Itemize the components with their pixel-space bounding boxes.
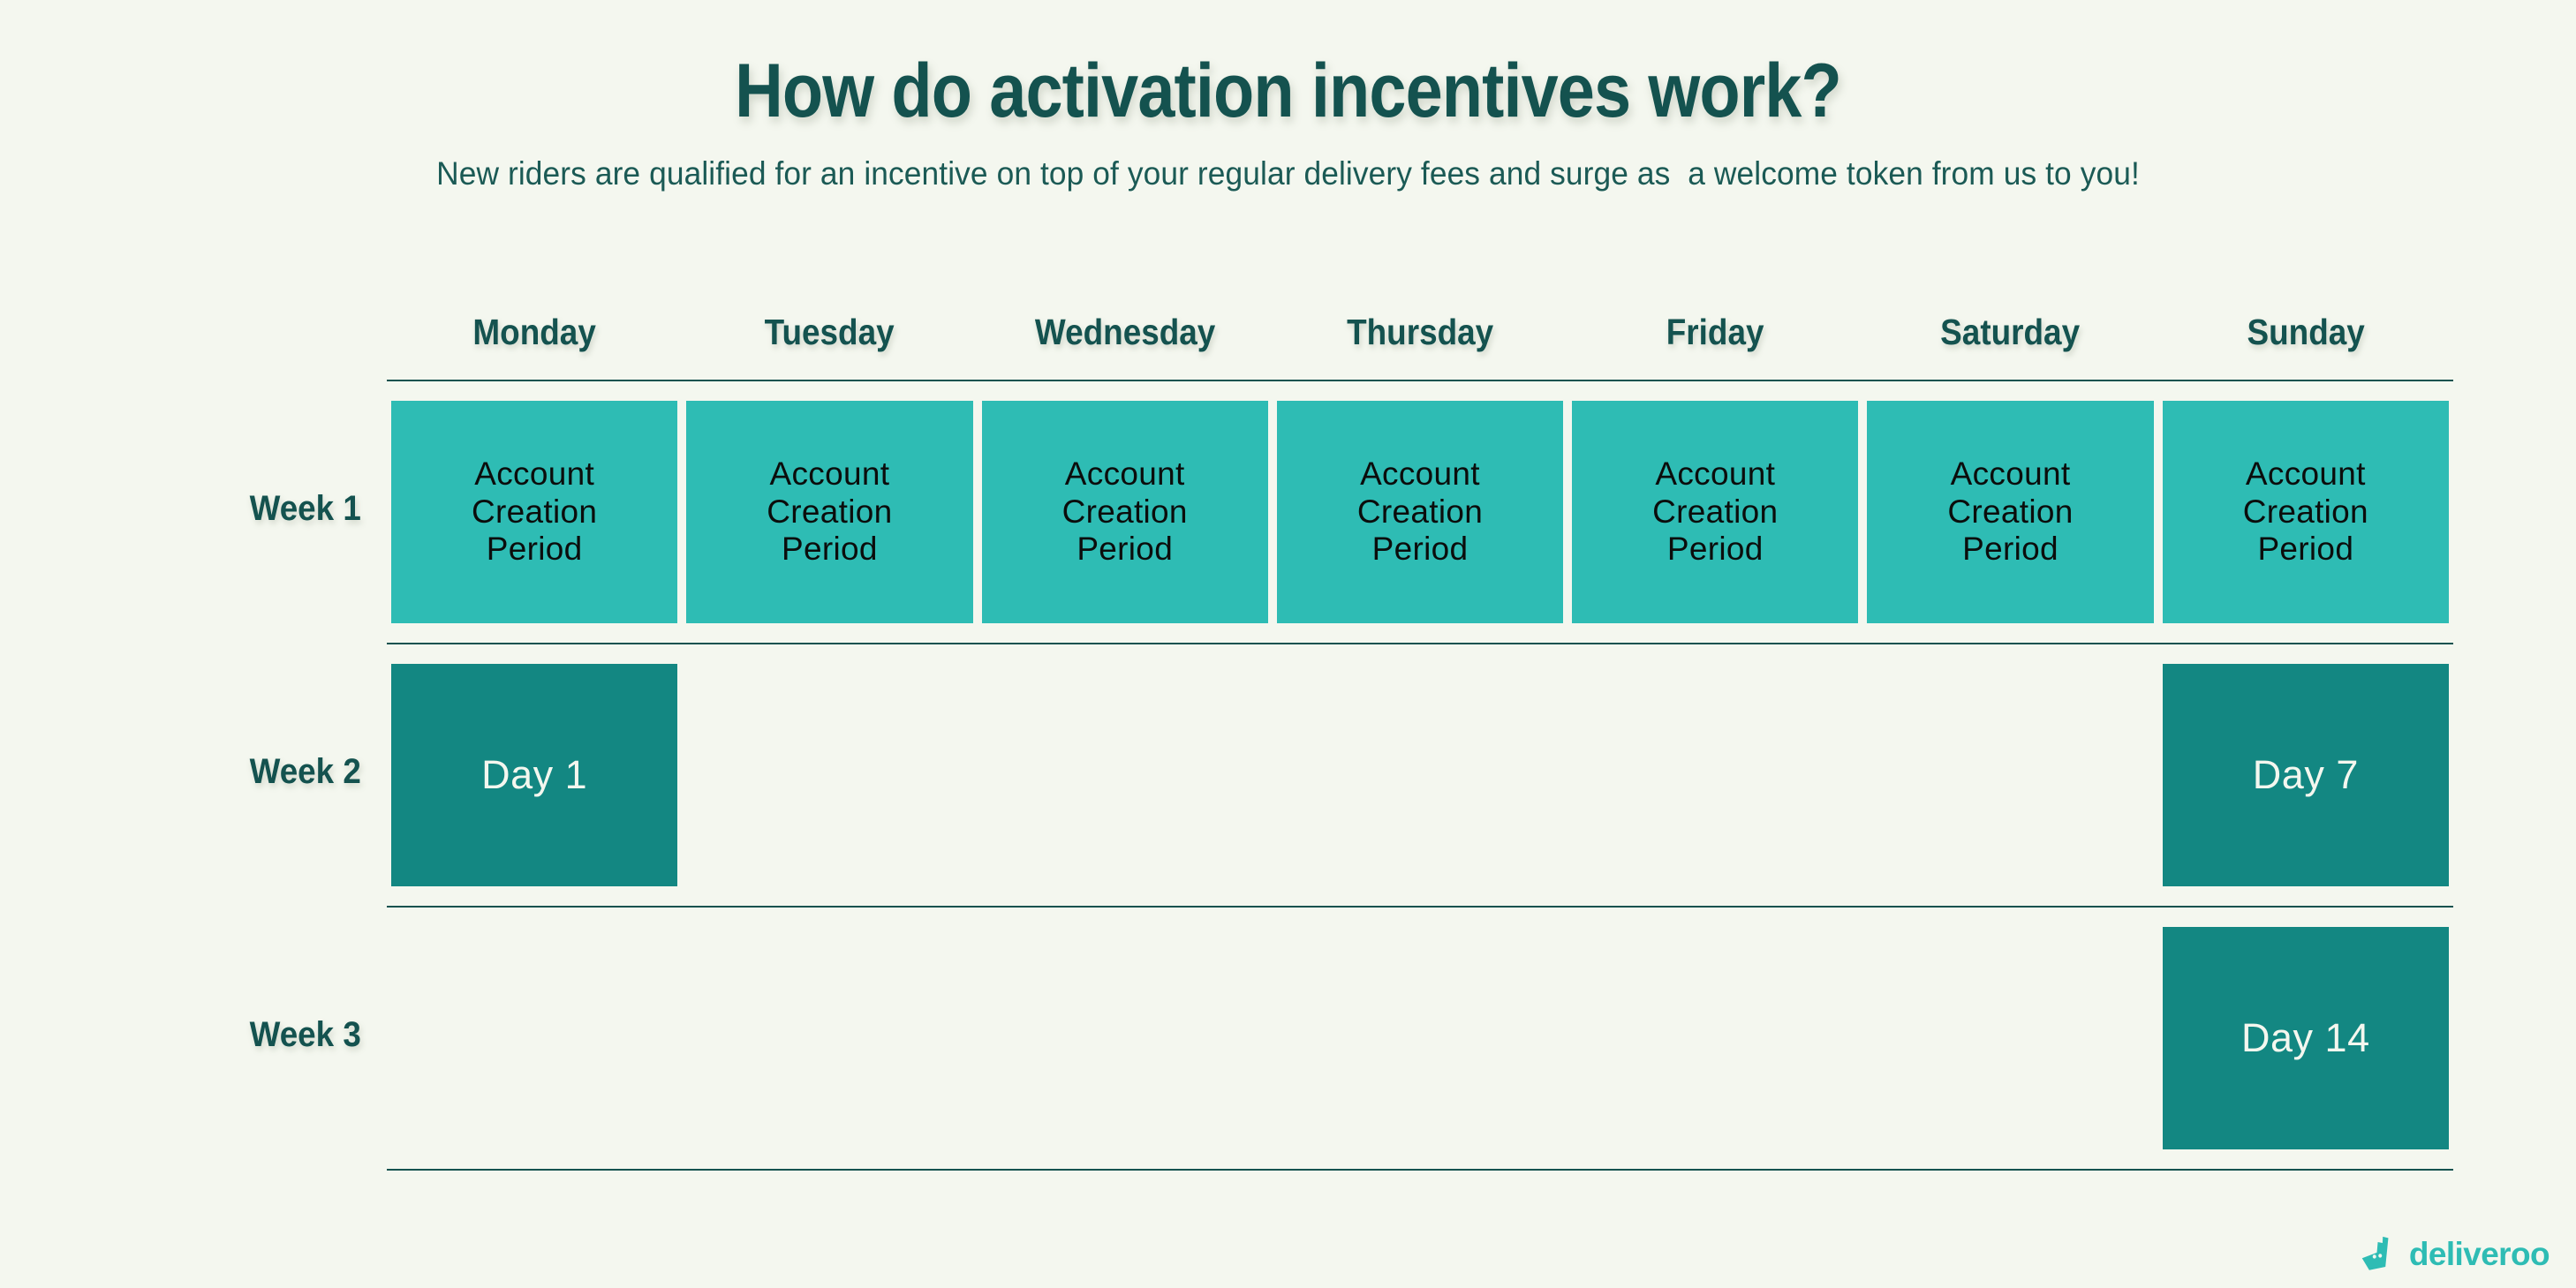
calendar-cell: Account Creation Period [686, 401, 973, 623]
calendar-cell-empty [1572, 664, 1858, 886]
cell-label: Account Creation Period [472, 456, 598, 568]
week-row-3: Week 3 Day 14 [250, 908, 2453, 1169]
cell-slot: Account Creation Period [1568, 381, 1862, 643]
cell-slot: Account Creation Period [978, 381, 1273, 643]
cell-slot [387, 908, 682, 1169]
calendar-cell: Account Creation Period [2162, 401, 2449, 623]
cell-slot [1862, 644, 2157, 906]
calendar-cell-empty [982, 927, 1268, 1149]
calendar-cell-empty [686, 664, 972, 886]
calendar-cell-empty [1277, 664, 1563, 886]
calendar-cell-empty [1867, 664, 2153, 886]
cell-label: Account Creation Period [2242, 456, 2368, 568]
calendar-cell: Day 7 [2162, 664, 2449, 886]
weekday-header-friday: Friday [1666, 312, 1764, 352]
deliveroo-wordmark: deliveroo [2408, 1235, 2550, 1272]
cell-slot: Day 14 [2158, 908, 2453, 1169]
weekday-header-row: Monday Tuesday Wednesday Thursday Friday… [387, 311, 2453, 380]
cell-slot [1568, 644, 1862, 906]
weekday-header-tuesday: Tuesday [764, 312, 895, 352]
cell-slot [1568, 908, 1862, 1169]
calendar-cell-empty [1277, 927, 1563, 1149]
weekday-header-wednesday: Wednesday [1034, 312, 1215, 352]
page-subtitle: New riders are qualified for an incentiv… [436, 155, 2140, 192]
week-row-2: Week 2 Day 1 Day 7 [250, 644, 2453, 906]
weekday-header-saturday: Saturday [1940, 312, 2081, 352]
cell-slot [978, 644, 1273, 906]
weekday-header-monday: Monday [472, 312, 596, 352]
calendar-cell-empty [982, 664, 1268, 886]
weekday-header-thursday: Thursday [1346, 312, 1494, 352]
cell-label: Day 14 [2241, 1015, 2370, 1061]
cell-label: Day 1 [481, 752, 588, 798]
cell-label: Account Creation Period [767, 456, 893, 568]
calendar-cell: Account Creation Period [391, 401, 678, 623]
calendar-cell-empty [1572, 927, 1858, 1149]
cell-slot [682, 644, 977, 906]
calendar-cell: Account Creation Period [981, 401, 1268, 623]
deliveroo-kangaroo-icon [2361, 1236, 2389, 1270]
cell-label: Day 7 [2252, 752, 2359, 798]
cell-slot [1273, 644, 1568, 906]
cell-label: Account Creation Period [1061, 456, 1188, 568]
calendar-cell: Account Creation Period [1572, 401, 1859, 623]
week-label-3: Week 3 [249, 1015, 361, 1054]
cell-slot: Day 7 [2158, 644, 2453, 906]
cell-slot: Account Creation Period [387, 381, 682, 643]
cell-slot [682, 908, 977, 1169]
cell-label: Account Creation Period [1947, 456, 2074, 568]
calendar-cell: Account Creation Period [1276, 401, 1564, 623]
week-label-1: Week 1 [249, 489, 361, 528]
deliveroo-logo: deliveroo [2357, 1233, 2550, 1274]
page-title: How do activation incentives work? [735, 49, 1842, 133]
cell-slot [978, 908, 1273, 1169]
cell-slot: Account Creation Period [1273, 381, 1568, 643]
calendar-cell: Day 14 [2162, 927, 2449, 1149]
cell-slot: Account Creation Period [1862, 381, 2157, 643]
calendar-cell: Day 1 [391, 664, 678, 886]
cell-label: Account Creation Period [1652, 456, 1779, 568]
week-label-2: Week 2 [249, 752, 361, 791]
header: How do activation incentives work? New r… [0, 0, 2576, 192]
calendar-grid: Monday Tuesday Wednesday Thursday Friday… [250, 311, 2453, 1171]
cell-slot [1862, 908, 2157, 1169]
divider-bottom [387, 1169, 2453, 1171]
cell-slot: Account Creation Period [682, 381, 977, 643]
week-row-1: Week 1 Account Creation Period Account C… [250, 381, 2453, 643]
calendar-cell-empty [1867, 927, 2153, 1149]
calendar-cell-empty [391, 927, 677, 1149]
cell-slot: Account Creation Period [2158, 381, 2453, 643]
cell-label: Account Creation Period [1356, 456, 1484, 568]
calendar-cell: Account Creation Period [1867, 401, 2154, 623]
calendar-cell-empty [686, 927, 972, 1149]
cell-slot [1273, 908, 1568, 1169]
weekday-header-sunday: Sunday [2247, 312, 2365, 352]
cell-slot: Day 1 [387, 644, 682, 906]
